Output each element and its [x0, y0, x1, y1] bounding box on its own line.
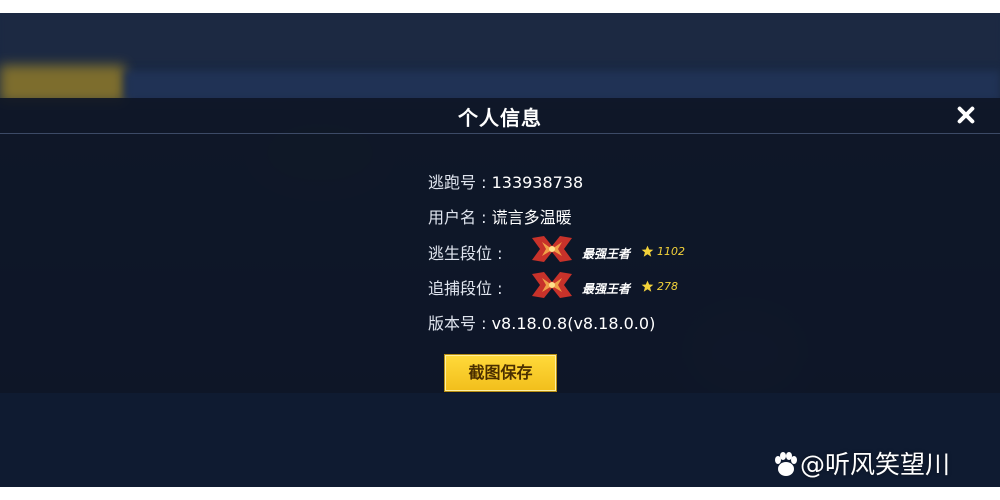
escape-rank-label: 逃生段位 : — [428, 244, 503, 263]
username-row: 用户名 : 谎言多温暖 — [428, 204, 572, 228]
version-row: 版本号 : v8.18.0.8(v8.18.0.0) — [428, 310, 655, 334]
background-bar — [125, 71, 1000, 101]
star-icon — [641, 245, 654, 257]
username-value: 谎言多温暖 — [491, 208, 572, 227]
rank-emblem-icon — [532, 272, 572, 298]
personal-info-dialog: 个人信息 逃跑号 : 133938738 用户名 : 谎言多温暖 逃生段位 : … — [0, 98, 1000, 393]
dialog-header: 个人信息 — [0, 98, 1000, 133]
chase-rank-name: 最强王者 — [582, 282, 631, 296]
close-icon[interactable] — [952, 101, 980, 129]
paw-icon — [775, 452, 797, 476]
background-top-bar — [0, 13, 1000, 63]
chase-rank-label: 追捕段位 : — [428, 279, 503, 298]
version-label: 版本号 : — [428, 314, 492, 333]
chase-rank-row: 追捕段位 : — [428, 275, 502, 299]
chase-rank-score: 278 — [657, 280, 678, 293]
watermark: @听风笑望川 — [772, 445, 950, 481]
screenshot-save-button[interactable]: 截图保存 — [445, 355, 556, 391]
star-icon — [641, 280, 654, 292]
dialog-title: 个人信息 — [458, 106, 542, 130]
escape-rank-name: 最强王者 — [582, 247, 631, 261]
rank-emblem-icon — [532, 236, 572, 262]
escape-rank-score: 1102 — [657, 245, 685, 258]
escape-id-label: 逃跑号 : — [428, 173, 492, 192]
escape-id-row: 逃跑号 : 133938738 — [428, 169, 583, 193]
version-value: v8.18.0.8(v8.18.0.0) — [491, 314, 656, 333]
game-screen: 个人信息 逃跑号 : 133938738 用户名 : 谎言多温暖 逃生段位 : … — [0, 13, 1000, 487]
watermark-text: @听风笑望川 — [800, 450, 951, 479]
escape-rank-row: 逃生段位 : — [428, 240, 502, 264]
username-label: 用户名 : — [428, 208, 492, 227]
header-divider — [0, 133, 1000, 134]
escape-id-value: 133938738 — [491, 173, 584, 192]
